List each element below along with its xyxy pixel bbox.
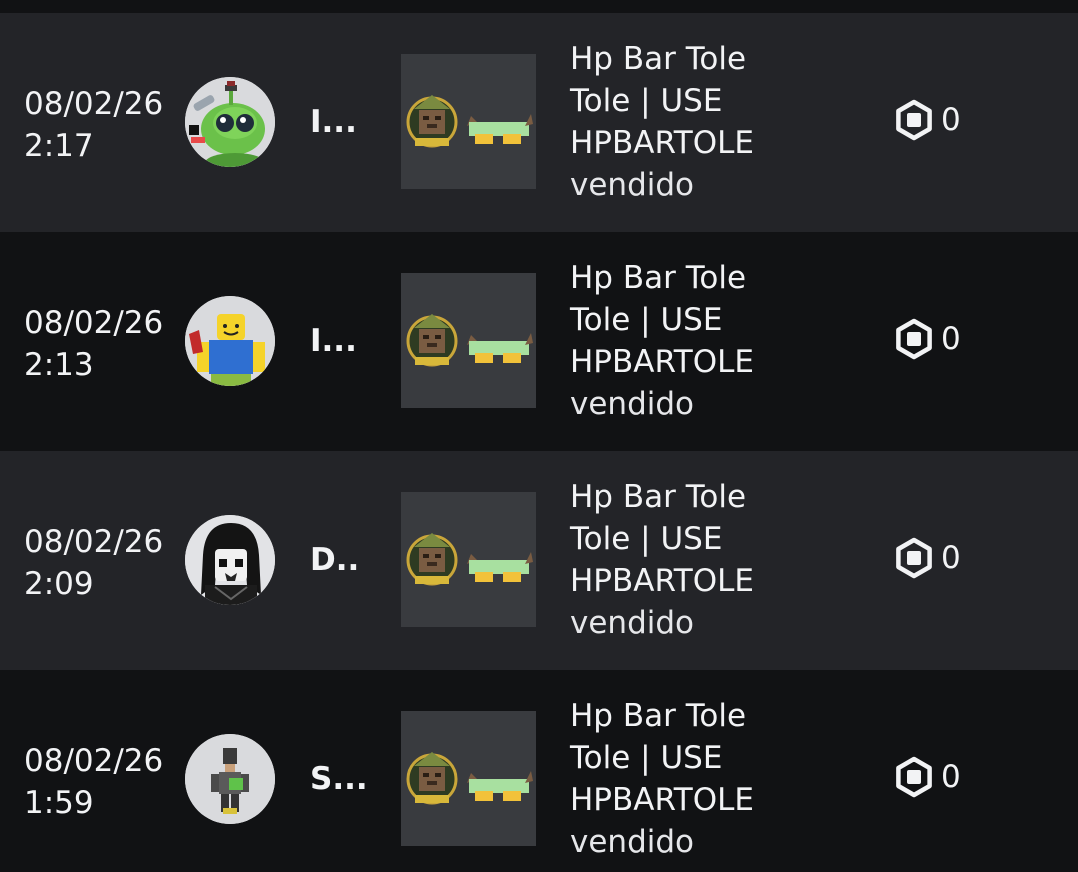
green-alien-avatar-icon[interactable] (185, 77, 275, 167)
item-name[interactable]: Hp Bar Tole Tole | USE HPBARTOLE (570, 38, 800, 164)
classic-noob-avatar-icon[interactable] (185, 296, 275, 386)
transaction-row[interactable]: 08/02/26 1:59 S... Hp Bar Tole Tole | US… (0, 670, 1078, 872)
username[interactable]: S... (310, 758, 368, 800)
robux-icon (893, 756, 935, 798)
item-thumbnail[interactable] (401, 711, 536, 846)
item-info: Hp Bar Tole Tole | USE HPBARTOLE vendido (570, 38, 800, 206)
robux-icon (893, 318, 935, 360)
date-text: 08/02/26 (24, 743, 164, 779)
time-text: 2:13 (24, 347, 94, 383)
price-value: 0 (941, 540, 961, 576)
price-value: 0 (941, 759, 961, 795)
username[interactable]: I... (310, 101, 357, 143)
price: 0 (893, 318, 961, 360)
item-status: vendido (570, 824, 694, 860)
item-info: Hp Bar Tole Tole | USE HPBARTOLE vendido (570, 257, 800, 425)
transaction-row[interactable]: 08/02/26 2:13 I... Hp Bar Tole Tole | US… (0, 232, 1078, 451)
item-info: Hp Bar Tole Tole | USE HPBARTOLE vendido (570, 476, 800, 644)
small-figure-avatar-icon[interactable] (185, 734, 275, 824)
robux-icon (893, 99, 935, 141)
transaction-date: 08/02/26 1:59 (24, 740, 163, 824)
transaction-row[interactable]: 08/02/26 2:17 I... Hp Bar Tole Tole | US… (0, 13, 1078, 232)
username[interactable]: I... (310, 320, 357, 362)
item-info: Hp Bar Tole Tole | USE HPBARTOLE vendido (570, 695, 800, 863)
top-strip (0, 0, 1078, 13)
date-text: 08/02/26 (24, 86, 164, 122)
item-status: vendido (570, 386, 694, 422)
time-text: 2:09 (24, 566, 94, 602)
transaction-date: 08/02/26 2:13 (24, 302, 163, 386)
robux-icon (893, 537, 935, 579)
item-thumbnail[interactable] (401, 492, 536, 627)
price-value: 0 (941, 321, 961, 357)
username[interactable]: D.. (310, 539, 359, 581)
time-text: 1:59 (24, 785, 94, 821)
item-thumbnail[interactable] (401, 273, 536, 408)
transaction-row[interactable]: 08/02/26 2:09 D.. Hp Bar Tole Tole | USE… (0, 451, 1078, 670)
item-name[interactable]: Hp Bar Tole Tole | USE HPBARTOLE (570, 695, 800, 821)
transactions-list: 08/02/26 2:17 I... Hp Bar Tole Tole | US… (0, 13, 1078, 872)
transaction-date: 08/02/26 2:17 (24, 83, 163, 167)
item-name[interactable]: Hp Bar Tole Tole | USE HPBARTOLE (570, 476, 800, 602)
date-text: 08/02/26 (24, 524, 164, 560)
item-status: vendido (570, 605, 694, 641)
dark-hair-avatar-icon[interactable] (185, 515, 275, 605)
item-status: vendido (570, 167, 694, 203)
price: 0 (893, 99, 961, 141)
price-value: 0 (941, 102, 961, 138)
item-thumbnail[interactable] (401, 54, 536, 189)
price: 0 (893, 537, 961, 579)
price: 0 (893, 756, 961, 798)
transaction-date: 08/02/26 2:09 (24, 521, 163, 605)
date-text: 08/02/26 (24, 305, 164, 341)
time-text: 2:17 (24, 128, 94, 164)
item-name[interactable]: Hp Bar Tole Tole | USE HPBARTOLE (570, 257, 800, 383)
